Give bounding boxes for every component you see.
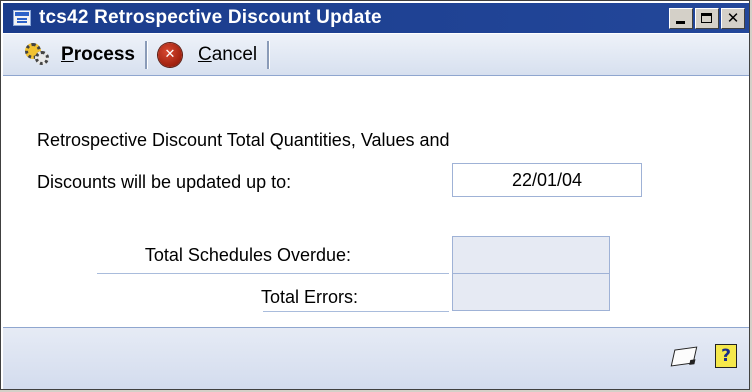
total-errors-label: Total Errors: (261, 287, 359, 307)
gears-icon (25, 42, 51, 67)
cancel-label-rest: ancel (211, 43, 258, 65)
minimize-button[interactable] (669, 8, 693, 29)
help-icon[interactable]: ? (715, 344, 737, 368)
dialog-window: tcs42 Retrospective Discount Update ✕ Pr… (0, 0, 750, 390)
toolbar: Process ✕ Cancel (3, 34, 749, 76)
cancel-label: Cancel (198, 44, 257, 66)
cancel-icon: ✕ (157, 42, 182, 67)
close-button[interactable]: ✕ (721, 8, 745, 29)
process-button[interactable]: Process (3, 39, 135, 71)
cancel-hotkey: C (197, 43, 212, 65)
title-bar[interactable]: tcs42 Retrospective Discount Update ✕ (3, 3, 749, 33)
gear-small-icon (35, 50, 49, 65)
process-hotkey: P (61, 43, 74, 65)
process-label: Process (61, 44, 135, 66)
note-icon[interactable] (670, 346, 698, 367)
label-underline (263, 311, 449, 312)
label-underline (97, 273, 449, 274)
total-schedules-overdue-label: Total Schedules Overdue: (144, 245, 351, 265)
toolbar-separator-end (267, 40, 271, 69)
total-errors-value (452, 274, 610, 311)
description-line-2: Discounts will be updated up to: (37, 172, 292, 192)
maximize-button[interactable] (695, 8, 719, 29)
window-title: tcs42 Retrospective Discount Update (39, 7, 382, 28)
update-date-field[interactable]: 22/01/04 (452, 163, 642, 197)
total-schedules-overdue-value (452, 236, 610, 274)
form-content: Retrospective Discount Total Quantities,… (3, 77, 749, 327)
process-label-rest: rocess (73, 43, 135, 65)
status-footer: ? (3, 327, 749, 389)
window-controls: ✕ (669, 8, 745, 29)
toolbar-separator (144, 40, 148, 69)
window-form-icon (13, 10, 31, 26)
cancel-button[interactable]: ✕ Cancel (157, 39, 257, 71)
description-line-1: Retrospective Discount Total Quantities,… (37, 130, 450, 150)
